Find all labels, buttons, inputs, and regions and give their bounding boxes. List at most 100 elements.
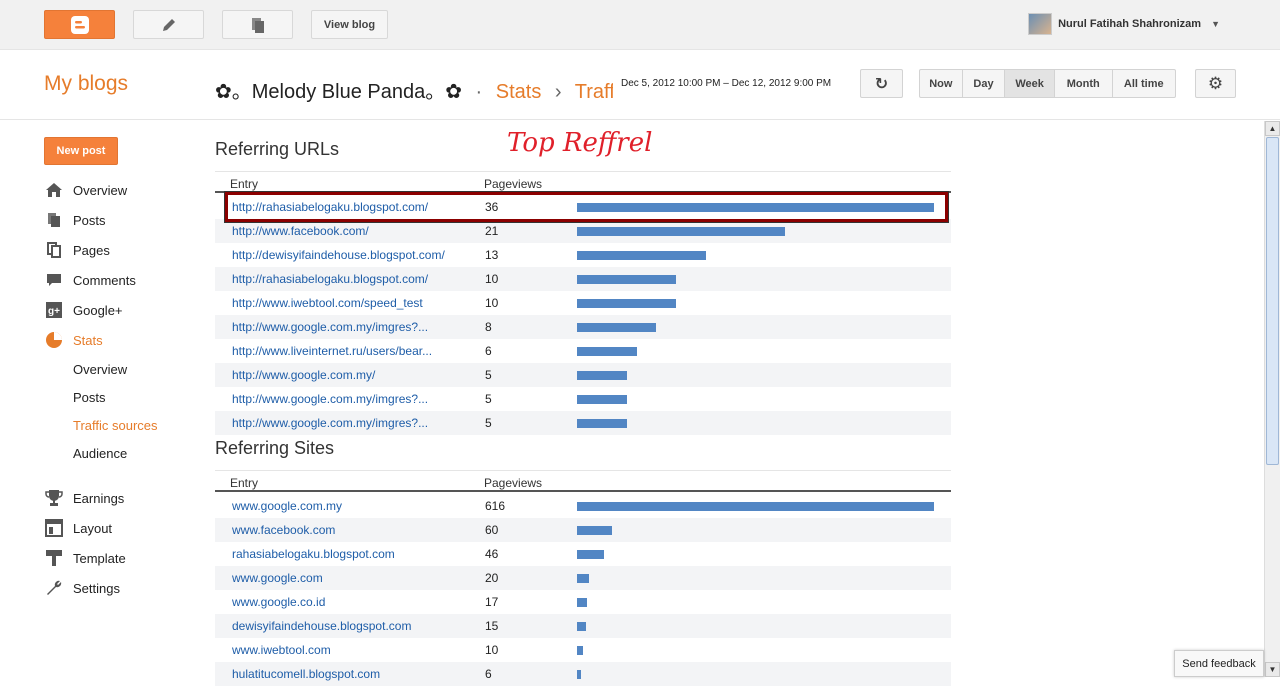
pageviews-bar [577, 550, 604, 559]
user-name: Nurul Fatihah Shahronizam [1058, 18, 1202, 30]
breadcrumb-traffic-sources: Traffic sources [574, 81, 613, 103]
highlight-box [224, 191, 949, 223]
pageviews-bar [577, 371, 627, 380]
sidebar-item-settings[interactable]: Settings [44, 578, 120, 598]
scroll-up-icon[interactable]: ▲ [1265, 121, 1280, 136]
home-icon [44, 181, 64, 199]
referrer-link[interactable]: http://www.google.com.my/imgres?... [232, 392, 452, 406]
pageviews-value: 15 [485, 619, 499, 633]
sidebar-item-overview[interactable]: Overview [44, 180, 127, 200]
scrollbar-thumb[interactable] [1266, 137, 1279, 465]
chevron-down-icon: ▼ [1211, 19, 1220, 29]
referrer-link[interactable]: www.google.com.my [232, 499, 452, 513]
pageviews-value: 616 [485, 499, 506, 513]
my-blogs-link[interactable]: My blogs [44, 72, 128, 96]
send-feedback-button[interactable]: Send feedback [1174, 650, 1264, 677]
scrollbar[interactable]: ▲ ▼ [1264, 121, 1280, 677]
pageviews-bar [577, 646, 583, 655]
table-row: http://www.facebook.com/21 [215, 219, 951, 243]
refresh-button[interactable]: ↻ [860, 69, 903, 98]
sidebar-item-label: Overview [73, 182, 128, 198]
sidebar-sub-overview[interactable]: Overview [73, 362, 127, 380]
view-blog-button[interactable]: View blog [311, 10, 388, 39]
table-row: http://www.google.com.my/imgres?... 8 [215, 315, 951, 339]
column-entry: Entry [230, 177, 259, 191]
sidebar-item-earnings[interactable]: Earnings [44, 488, 124, 508]
referrer-link[interactable]: http://www.facebook.com/ [232, 224, 452, 238]
pageviews-bar [577, 299, 676, 308]
sidebar-item-google-plus[interactable]: g+ Google+ [44, 300, 123, 320]
table-row: www.facebook.com 60 [215, 518, 951, 542]
range-week-button[interactable]: Week [1005, 70, 1055, 97]
annotation-top-referrer: Top Reffrel [507, 128, 653, 158]
breadcrumb-blog-name[interactable]: ✿。Melody Blue Panda。✿ [215, 81, 462, 103]
table-row: http://www.google.com.my/5 [215, 363, 951, 387]
referrer-link[interactable]: http://www.iwebtool.com/speed_test [232, 296, 452, 310]
referrer-link[interactable]: www.facebook.com [232, 523, 452, 537]
referrer-link[interactable]: rahasiabelogaku.blogspot.com [232, 547, 452, 561]
user-menu[interactable]: Nurul Fatihah Shahronizam ▼ [1028, 13, 1220, 35]
range-selector: Now Day Week Month All time [919, 69, 1176, 98]
google-plus-icon: g+ [44, 301, 64, 319]
sidebar-item-template[interactable]: Template [44, 548, 126, 568]
breadcrumb-stats[interactable]: Stats [496, 81, 542, 103]
sidebar-sub-audience[interactable]: Audience [73, 446, 127, 464]
pencil-icon [162, 18, 175, 31]
referrer-link[interactable]: www.google.com [232, 571, 452, 585]
sidebar-item-layout[interactable]: Layout [44, 518, 112, 538]
pageviews-bar [577, 395, 627, 404]
date-range: Dec 5, 2012 10:00 PM – Dec 12, 2012 9:00… [621, 78, 832, 89]
posts-list-button[interactable] [222, 10, 293, 39]
referring-urls-header: Entry Pageviews [215, 171, 951, 193]
referrer-link[interactable]: http://www.google.com.my/imgres?... [232, 320, 452, 334]
pages-icon [44, 241, 64, 259]
range-all-time-button[interactable]: All time [1113, 70, 1176, 97]
pageviews-value: 8 [485, 320, 492, 334]
sidebar-item-comments[interactable]: Comments [44, 270, 136, 290]
new-post-button[interactable]: New post [44, 137, 118, 165]
scroll-down-icon[interactable]: ▼ [1265, 662, 1280, 677]
table-row: rahasiabelogaku.blogspot.com 46 [215, 542, 951, 566]
avatar [1028, 13, 1053, 35]
pageviews-value: 13 [485, 248, 499, 262]
layout-icon [44, 519, 64, 537]
sidebar-item-label: Layout [73, 520, 113, 536]
referrer-link[interactable]: http://www.liveinternet.ru/users/bear... [232, 344, 452, 358]
top-bar: View blog Nurul Fatihah Shahronizam ▼ [0, 0, 1280, 50]
referrer-link[interactable]: dewisyifaindehouse.blogspot.com [232, 619, 452, 633]
pageviews-bar [577, 598, 587, 607]
sidebar-item-posts[interactable]: Posts [44, 210, 106, 230]
sidebar-item-pages[interactable]: Pages [44, 240, 110, 260]
column-pageviews: Pageviews [484, 476, 543, 490]
referrer-link[interactable]: www.iwebtool.com [232, 643, 452, 657]
table-row: http://rahasiabelogaku.blogspot.com/10 [215, 267, 951, 291]
new-post-pencil-button[interactable] [133, 10, 204, 39]
range-now-button[interactable]: Now [920, 70, 963, 97]
sidebar-sub-posts[interactable]: Posts [73, 390, 106, 408]
referrer-link[interactable]: www.google.co.id [232, 595, 452, 609]
pageviews-value: 10 [485, 296, 499, 310]
range-day-button[interactable]: Day [963, 70, 1006, 97]
referrer-link[interactable]: http://www.google.com.my/ [232, 368, 452, 382]
table-row: http://www.liveinternet.ru/users/bear...… [215, 339, 951, 363]
sidebar-sub-traffic-sources[interactable]: Traffic sources [73, 418, 158, 436]
blogger-logo-button[interactable] [44, 10, 115, 39]
breadcrumb: ✿。Melody Blue Panda。✿ · Stats › Traffic … [215, 75, 613, 104]
referring-sites-header: Entry Pageviews [215, 470, 951, 492]
referrer-link[interactable]: http://www.google.com.my/imgres?... [232, 416, 452, 430]
referrer-link[interactable]: http://rahasiabelogaku.blogspot.com/ [232, 272, 452, 286]
range-month-button[interactable]: Month [1055, 70, 1113, 97]
sidebar-item-label: Posts [73, 212, 106, 228]
referring-urls-title: Referring URLs [215, 139, 340, 159]
breadcrumb-dot: · [475, 81, 483, 103]
sidebar-item-label: Settings [73, 580, 120, 596]
pageviews-value: 60 [485, 523, 499, 537]
sidebar-item-stats[interactable]: Stats [44, 330, 103, 350]
table-row: www.google.com.my 616 [215, 494, 951, 518]
referring-sites-title: Referring Sites [215, 438, 335, 458]
referrer-link[interactable]: http://dewisyifaindehouse.blogspot.com/ [232, 248, 452, 262]
pageviews-bar [577, 323, 656, 332]
settings-gear-button[interactable]: ⚙ [1195, 69, 1236, 98]
pageviews-value: 10 [485, 272, 499, 286]
referrer-link[interactable]: hulatitucomell.blogspot.com [232, 667, 452, 681]
